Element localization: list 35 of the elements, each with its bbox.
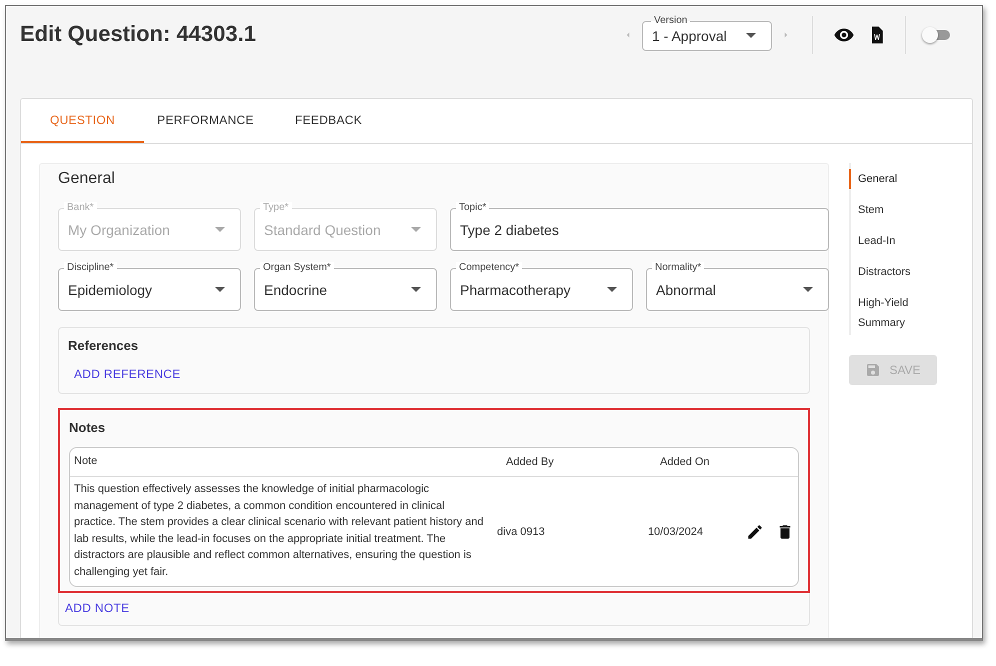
caret-icon: [411, 227, 421, 232]
section-nav-link[interactable]: Lead-In: [849, 231, 928, 251]
add-note-button[interactable]: ADD NOTE: [59, 599, 136, 617]
toggle-switch[interactable]: [922, 25, 952, 45]
section-nav-link[interactable]: Stem: [849, 200, 928, 220]
table-cell-text: 10/03/2024: [646, 526, 704, 538]
page-title: Edit Question: 44303.1: [20, 21, 256, 47]
save-icon: [865, 362, 882, 378]
caret-icon: [607, 287, 617, 292]
dropdown-field[interactable]: Organ System* Endocrine: [254, 262, 437, 311]
edit-icon[interactable]: [746, 522, 764, 540]
caret-icon: [411, 287, 421, 292]
section-nav-link[interactable]: High-Yield Summary: [849, 293, 928, 333]
section-title: Notes: [69, 420, 106, 435]
caret-icon: [803, 287, 813, 292]
column-header: Added On: [659, 456, 711, 468]
caret-icon: [215, 287, 225, 292]
tab[interactable]: FEEDBACK: [267, 99, 390, 143]
column-header: Added By: [505, 456, 555, 468]
table-cell-text: This question effectively assesses the knowledge of initial pharmacologic management of type 2 diabetes, a common condition encountered in clinical practice. The stem provides a clear clinical scenario with relevant patient history and lab results, while the lead-in focuses on the appropriate initial treatment. The distractors are plausible and reflect common alternatives, ensuring the question is challenging yet fair.: [73, 482, 484, 580]
dropdown-field[interactable]: Discipline* Epidemiology: [58, 262, 241, 311]
caret-icon: [215, 227, 225, 232]
version-select[interactable]: Version 1 - Approval: [642, 14, 772, 50]
section-title: References: [68, 338, 140, 353]
section-nav-link[interactable]: General: [849, 169, 928, 189]
table-cell-text: diva 0913: [496, 526, 546, 538]
dropdown-field[interactable]: Competency* Pharmacotherapy: [450, 262, 633, 311]
add-reference-button[interactable]: ADD REFERENCE: [68, 365, 187, 383]
tab[interactable]: PERFORMANCE: [144, 99, 267, 143]
caret-icon: [746, 33, 756, 38]
column-header: Note: [73, 454, 98, 469]
section-title: General: [58, 170, 116, 188]
section-nav-link[interactable]: Distractors: [849, 262, 928, 282]
dropdown-field[interactable]: Normality* Abnormal: [646, 262, 829, 311]
text-field[interactable]: Topic* Type 2 diabetes: [450, 202, 829, 251]
